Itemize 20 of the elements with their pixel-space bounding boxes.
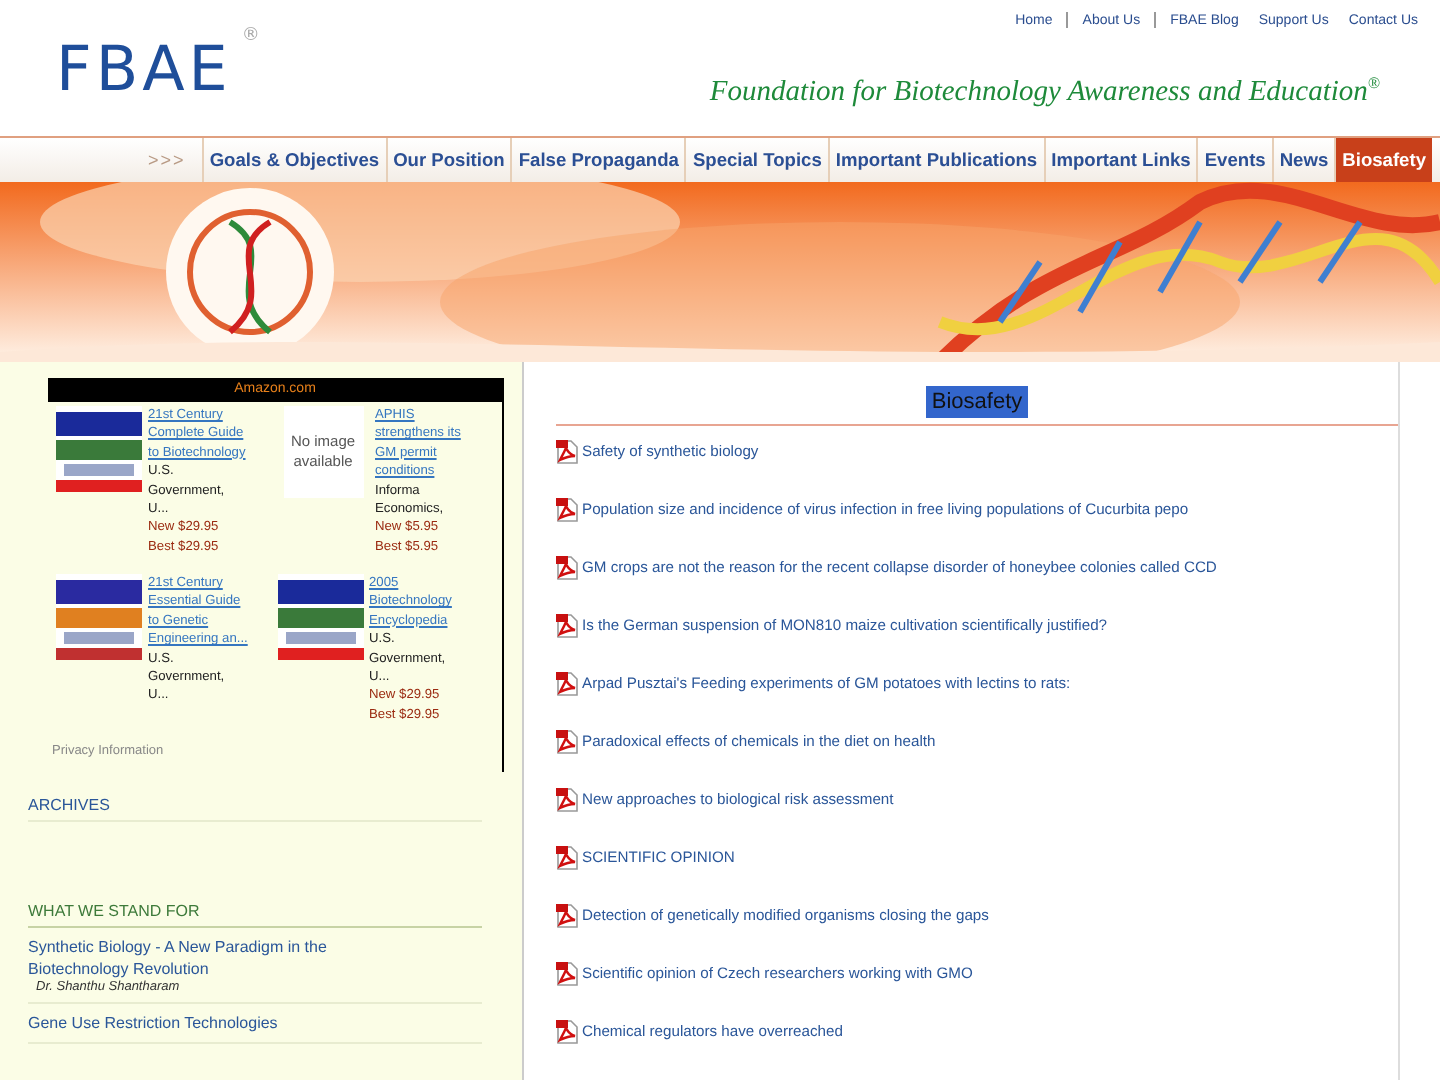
pdf-icon: [556, 903, 578, 927]
pdf-icon: [556, 961, 578, 985]
article-link[interactable]: Synthetic Biology - A New Paradigm in the Biotechnology Revolution: [28, 936, 378, 980]
pdf-icon: [556, 555, 578, 579]
nav-tab[interactable]: Biosafety: [1334, 138, 1432, 182]
pdf-icon: [556, 787, 578, 811]
site-tagline: Foundation for Biotechnology Awareness and Education$^{®}$: [709, 74, 1380, 110]
pdf-icon: [556, 671, 578, 695]
article-link[interactable]: Gene Use Restriction Technologies: [28, 1012, 378, 1034]
page-heading: Biosafety: [925, 386, 1029, 418]
nav-arrows: >>>: [148, 150, 188, 170]
pdf-icon: [556, 729, 578, 753]
registered-mark: ®: [241, 28, 260, 46]
pdf-icon: [556, 845, 578, 869]
pdf-icon: [556, 1019, 578, 1043]
pdf-icon: [556, 439, 578, 463]
archives-heading[interactable]: ARCHIVES: [28, 796, 482, 822]
section-heading: WHAT WE STAND FOR: [28, 902, 482, 928]
pdf-icon: [556, 613, 578, 637]
pdf-icon: [556, 497, 578, 521]
